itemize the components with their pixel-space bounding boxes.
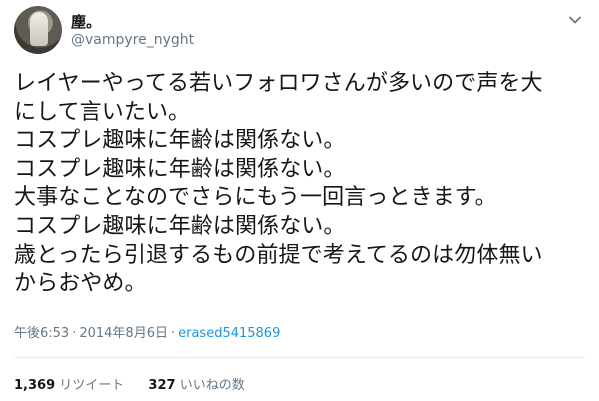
meta-separator: · — [170, 326, 176, 341]
display-name[interactable]: 塵。 — [71, 11, 101, 32]
tweet-time[interactable]: 午後6:53 — [14, 326, 69, 341]
likes-stat[interactable]: 327 いいねの数 — [148, 374, 244, 393]
retweets-count: 1,369 — [14, 378, 56, 393]
avatar-figure — [30, 12, 48, 46]
tweet-date[interactable]: 2014年8月6日 — [79, 326, 168, 341]
user-handle[interactable]: @vampyre_nyght — [71, 32, 194, 48]
meta-separator: · — [72, 326, 77, 341]
likes-label: いいねの数 — [179, 378, 245, 393]
chevron-down-icon[interactable] — [565, 10, 585, 30]
tweet-meta: 午後6:53 · 2014年8月6日 · erased5415869 — [14, 322, 280, 341]
divider — [14, 357, 585, 358]
retweets-stat[interactable]: 1,369 リツイート — [14, 374, 124, 393]
tweet-text: レイヤーやってる若いフォロワさんが多いので声を大 にして言いたい。 コスプレ趣味… — [14, 71, 543, 297]
avatar[interactable] — [14, 6, 62, 54]
tweet-stats: 1,369 リツイート 327 いいねの数 — [14, 374, 265, 393]
likes-count: 327 — [148, 378, 176, 393]
retweets-label: リツイート — [59, 378, 125, 393]
tweet-header: 塵。 @vampyre_nyght — [14, 6, 585, 56]
tweet-source-link[interactable]: erased5415869 — [178, 326, 280, 341]
tweet-card: 塵。 @vampyre_nyght レイヤーやってる若いフォロワさんが多いので声… — [0, 0, 599, 401]
